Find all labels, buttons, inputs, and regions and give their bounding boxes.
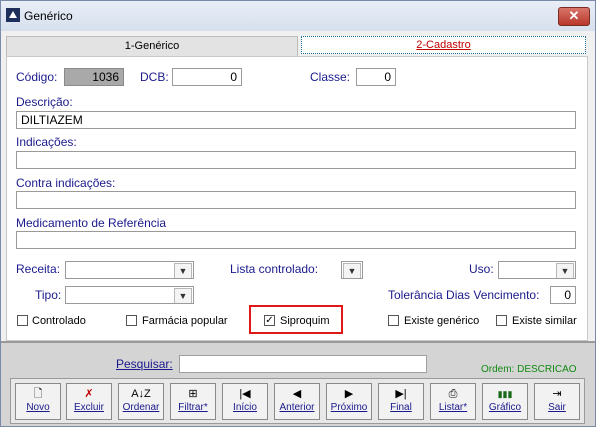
receita-select[interactable]: ▼: [65, 261, 194, 279]
novo-label: Novo: [26, 402, 50, 413]
inicio-button[interactable]: |◀ Início: [222, 383, 268, 420]
existe-similar-label: Existe similar: [512, 315, 577, 327]
pesquisar-label: Pesquisar:: [116, 357, 173, 371]
controlado-label: Controlado: [32, 315, 86, 327]
codigo-label: Código:: [16, 70, 58, 84]
descricao-label: Descrição:: [16, 95, 73, 109]
next-record-icon: ▶: [344, 388, 354, 400]
final-label: Final: [390, 402, 412, 413]
lista-controlado-select[interactable]: ▼: [341, 261, 363, 279]
uso-label: Uso:: [469, 262, 494, 276]
contra-indicacoes-field[interactable]: [16, 191, 576, 209]
classe-field[interactable]: 0: [356, 68, 396, 86]
dcb-label: DCB:: [140, 70, 169, 84]
sair-button[interactable]: ⇥ Sair: [534, 383, 580, 420]
proximo-label: Próximo: [330, 402, 368, 413]
filter-icon: ⊞: [188, 388, 198, 400]
pesquisar-input[interactable]: [179, 355, 427, 373]
chevron-down-icon: ▼: [343, 263, 361, 278]
contra-indicacoes-label: Contra indicações:: [16, 176, 116, 190]
listar-label: Listar*: [438, 402, 468, 413]
farmacia-popular-label: Farmácia popular: [142, 315, 228, 327]
final-button[interactable]: ▶| Final: [378, 383, 424, 420]
siproquim-checkbox[interactable]: ✓: [264, 315, 275, 326]
classe-label: Classe:: [310, 70, 351, 84]
sair-label: Sair: [548, 402, 566, 413]
dcb-field[interactable]: 0: [172, 68, 242, 86]
close-button[interactable]: ✕: [558, 7, 590, 26]
tolerancia-field[interactable]: 0: [550, 286, 576, 304]
tab-cadastro[interactable]: 2-Cadastro: [301, 36, 586, 54]
ordenar-button[interactable]: A↓Z Ordenar: [118, 383, 164, 420]
existe-generico-label: Existe genérico: [404, 315, 480, 327]
tab-strip: 1-Genérico 2-Cadastro: [6, 36, 588, 56]
indicacoes-label: Indicações:: [16, 135, 77, 149]
controlado-checkbox[interactable]: [17, 315, 28, 326]
uso-select[interactable]: ▼: [498, 261, 576, 279]
lista-controlado-label: Lista controlado:: [230, 262, 319, 276]
tipo-label: Tipo:: [35, 288, 62, 302]
excluir-button[interactable]: ✗ Excluir: [66, 383, 112, 420]
filtrar-label: Filtrar*: [178, 402, 208, 413]
descricao-field[interactable]: DILTIAZEM: [16, 111, 576, 129]
medicamento-referencia-field[interactable]: [16, 231, 576, 249]
farmacia-popular-checkbox[interactable]: [126, 315, 137, 326]
novo-button[interactable]: 🗋 Novo: [15, 383, 61, 420]
grafico-label: Gráfico: [488, 402, 522, 413]
excluir-label: Excluir: [73, 402, 104, 413]
last-record-icon: ▶|: [395, 388, 407, 400]
indicacoes-field[interactable]: [16, 151, 576, 169]
app-icon: [6, 8, 20, 22]
tab-generico[interactable]: 1-Genérico: [6, 36, 298, 56]
first-record-icon: |◀: [239, 388, 251, 400]
listar-button[interactable]: ⎙ Listar*: [430, 383, 476, 420]
title-bar: Genérico ✕: [1, 1, 595, 31]
chevron-down-icon: ▼: [174, 263, 192, 278]
generico-window: Genérico ✕ 1-Genérico 2-Cadastro Código:…: [0, 0, 596, 427]
inicio-label: Início: [233, 402, 257, 413]
existe-similar-checkbox[interactable]: [496, 315, 507, 326]
new-doc-icon: 🗋: [33, 388, 43, 400]
anterior-button[interactable]: ◀ Anterior: [274, 383, 320, 420]
ordenar-label: Ordenar: [122, 402, 160, 413]
existe-generico-checkbox[interactable]: [388, 315, 399, 326]
tolerancia-label: Tolerância Dias Vencimento:: [388, 288, 540, 302]
medicamento-referencia-label: Medicamento de Referência: [16, 216, 167, 230]
tipo-select[interactable]: ▼: [65, 286, 194, 304]
grafico-button[interactable]: ▮▮▮ Gráfico: [482, 383, 528, 420]
proximo-button[interactable]: ▶ Próximo: [326, 383, 372, 420]
anterior-label: Anterior: [279, 402, 315, 413]
codigo-field: 1036: [64, 68, 124, 86]
chart-icon: ▮▮▮: [497, 389, 513, 399]
receita-label: Receita:: [16, 262, 61, 276]
printer-icon: ⎙: [448, 388, 458, 400]
siproquim-label: Siproquim: [280, 315, 330, 327]
chevron-down-icon: ▼: [556, 263, 574, 278]
delete-x-icon: ✗: [84, 388, 94, 400]
ordem-status: Ordem: DESCRICAO: [481, 364, 577, 375]
sort-az-icon: A↓Z: [131, 388, 151, 400]
filtrar-button[interactable]: ⊞ Filtrar*: [170, 383, 216, 420]
exit-icon: ⇥: [552, 388, 562, 400]
chevron-down-icon: ▼: [174, 288, 192, 303]
previous-record-icon: ◀: [292, 388, 302, 400]
window-title: Genérico: [24, 9, 73, 23]
